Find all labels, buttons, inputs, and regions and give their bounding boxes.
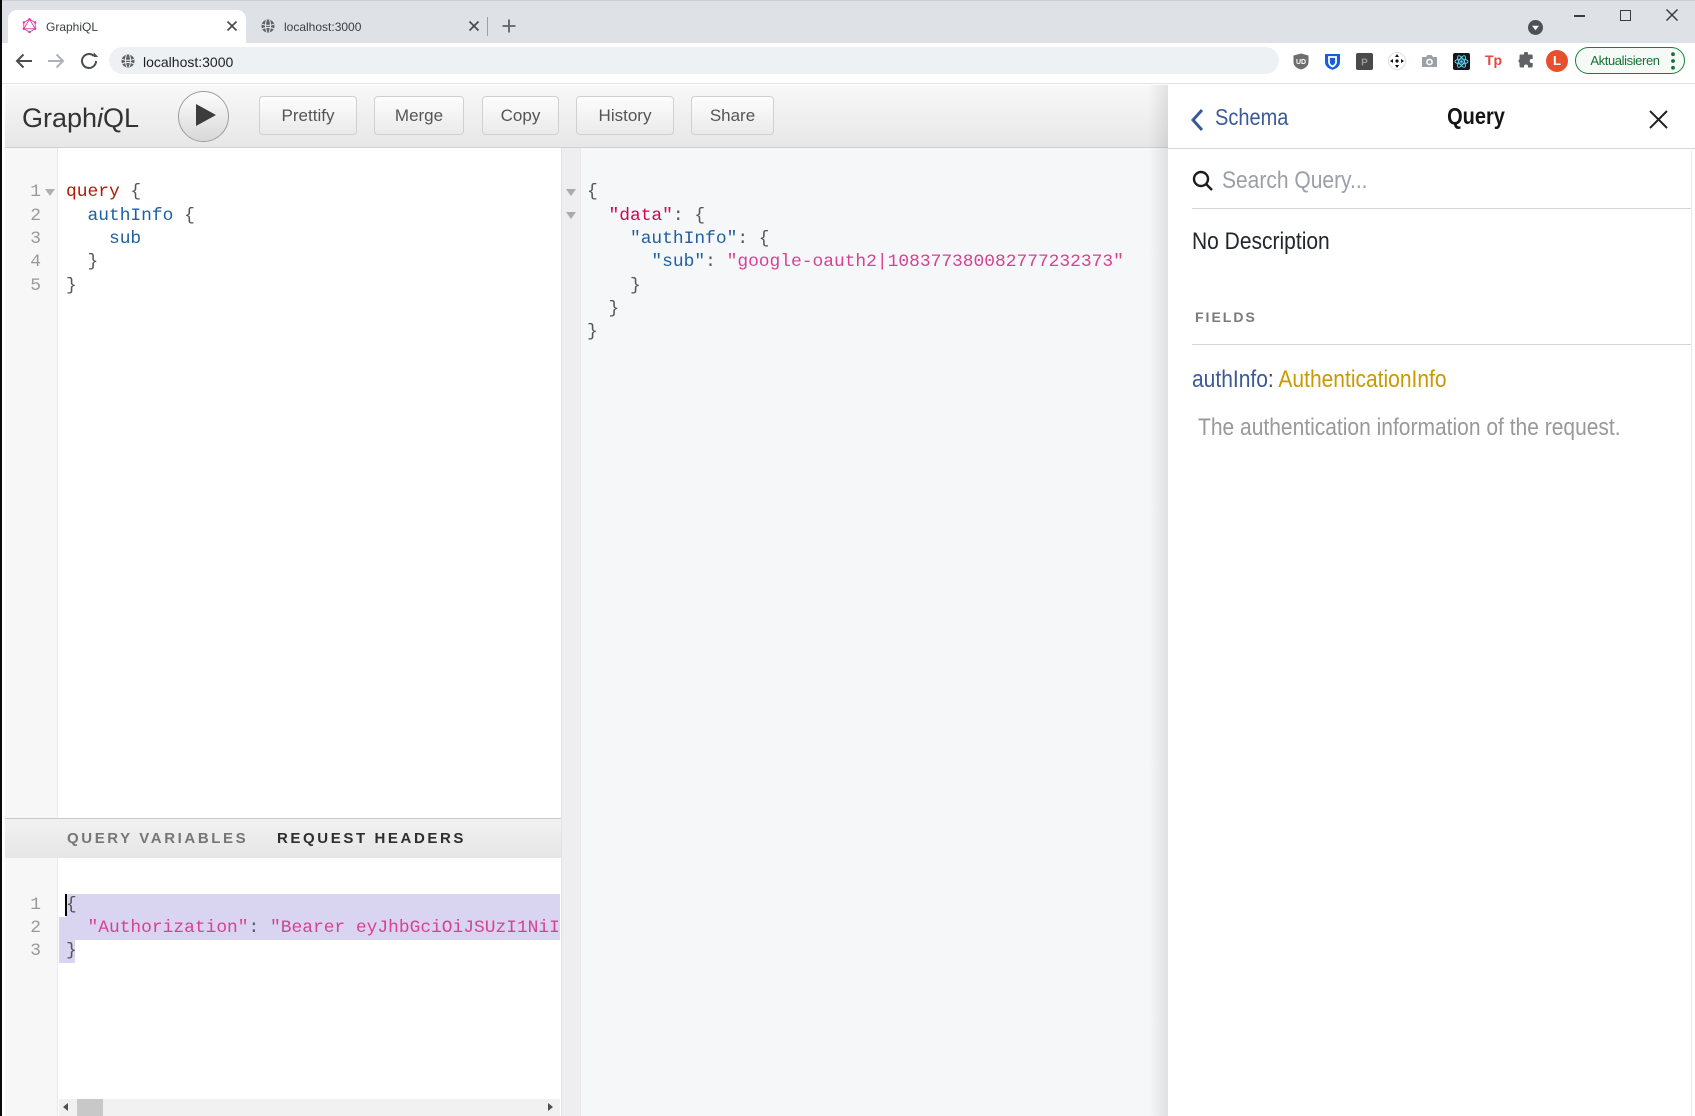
svg-text:P: P — [1361, 58, 1368, 69]
svg-text:UD: UD — [1296, 59, 1306, 66]
